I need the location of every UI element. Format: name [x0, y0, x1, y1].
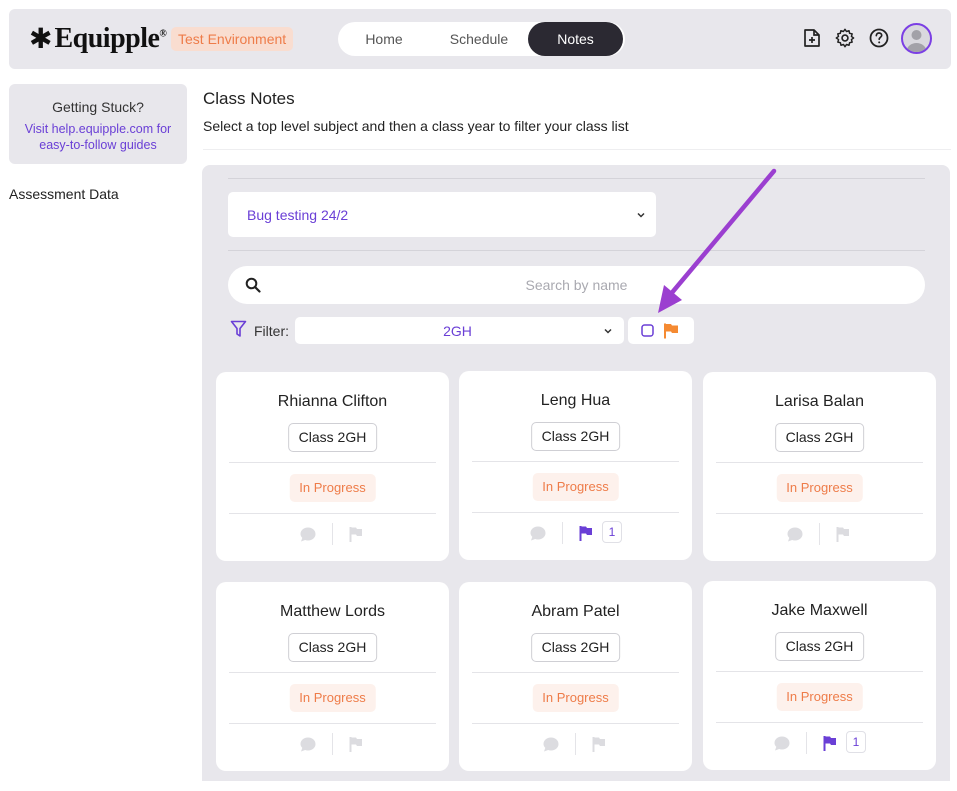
- card-actions: [216, 731, 449, 757]
- divider: [472, 672, 679, 673]
- comment-icon[interactable]: [299, 526, 317, 543]
- help-title: Getting Stuck?: [52, 99, 144, 115]
- divider: [229, 672, 436, 673]
- search-input[interactable]: Search by name: [228, 266, 925, 304]
- app-header: ✱ Equipple® Test Environment Home Schedu…: [9, 9, 951, 69]
- student-name: Rhianna Clifton: [277, 393, 388, 410]
- divider: [228, 178, 925, 179]
- tab-notes[interactable]: Notes: [528, 22, 623, 56]
- student-card[interactable]: Rhianna Clifton Class 2GH In Progress: [216, 372, 449, 561]
- class-badge: Class 2GH: [530, 422, 621, 451]
- divider: [472, 512, 679, 513]
- page-subtitle: Select a top level subject and then a cl…: [203, 118, 629, 134]
- tab-schedule[interactable]: Schedule: [430, 22, 528, 56]
- student-name: Abram Patel: [531, 603, 620, 620]
- comment-icon[interactable]: [299, 736, 317, 753]
- flag-icon[interactable]: [592, 736, 606, 752]
- help-icon[interactable]: [868, 27, 890, 49]
- card-actions: 1: [703, 730, 936, 756]
- divider: [332, 733, 333, 755]
- main-nav: Home Schedule Notes: [338, 22, 625, 56]
- logo-asterisk-icon: ✱: [29, 22, 53, 55]
- page-title: Class Notes: [203, 89, 295, 108]
- student-card[interactable]: Abram Patel Class 2GH In Progress: [459, 582, 692, 771]
- student-name: Matthew Lords: [280, 603, 385, 620]
- divider: [819, 523, 820, 545]
- student-name: Jake Maxwell: [771, 602, 868, 619]
- card-actions: 1: [459, 520, 692, 546]
- tab-home[interactable]: Home: [338, 22, 430, 56]
- flag-count: 1: [846, 731, 866, 753]
- student-name: Larisa Balan: [775, 393, 864, 410]
- student-card[interactable]: Leng Hua Class 2GH In Progress 1: [459, 371, 692, 560]
- divider: [229, 513, 436, 514]
- logo-wordmark: Equipple®: [54, 23, 167, 54]
- status-badge: In Progress: [776, 474, 863, 502]
- divider: [806, 732, 807, 754]
- class-filter-value: 2GH: [443, 323, 472, 339]
- chevron-down-icon: [637, 212, 645, 218]
- gear-icon[interactable]: [834, 27, 856, 49]
- divider: [716, 722, 923, 723]
- divider: [229, 723, 436, 724]
- flag-icon[interactable]: [349, 526, 363, 542]
- flag-icon[interactable]: [579, 525, 593, 541]
- user-silhouette-icon: [906, 30, 927, 52]
- flag-count: 1: [602, 521, 622, 543]
- class-badge: Class 2GH: [774, 423, 865, 452]
- divider: [716, 462, 923, 463]
- flag-filter-checkbox[interactable]: [641, 324, 654, 337]
- help-link[interactable]: Visit help.equipple.com for easy-to-foll…: [9, 121, 187, 153]
- divider: [332, 523, 333, 545]
- search-placeholder: Search by name: [525, 277, 628, 293]
- student-card[interactable]: Matthew Lords Class 2GH In Progress: [216, 582, 449, 771]
- divider: [228, 250, 925, 251]
- status-badge: In Progress: [532, 473, 619, 501]
- class-badge: Class 2GH: [530, 633, 621, 662]
- student-card[interactable]: Larisa Balan Class 2GH In Progress: [703, 372, 936, 561]
- class-filter-select[interactable]: 2GH: [295, 317, 624, 344]
- divider: [716, 513, 923, 514]
- status-badge: In Progress: [776, 683, 863, 711]
- sidebar-item-assessment-data[interactable]: Assessment Data: [9, 186, 187, 202]
- status-badge: In Progress: [289, 474, 376, 502]
- class-badge: Class 2GH: [774, 632, 865, 661]
- avatar[interactable]: [901, 23, 932, 54]
- flag-icon: [664, 323, 678, 339]
- card-actions: [459, 731, 692, 757]
- flag-icon[interactable]: [836, 526, 850, 542]
- equipple-logo[interactable]: ✱ Equipple®: [29, 22, 167, 55]
- filter-funnel-icon: [230, 320, 247, 337]
- class-badge: Class 2GH: [287, 633, 378, 662]
- comment-icon[interactable]: [786, 526, 804, 543]
- divider: [472, 461, 679, 462]
- divider: [472, 723, 679, 724]
- flag-filter-toggle[interactable]: [628, 317, 694, 344]
- flag-icon[interactable]: [823, 735, 837, 751]
- divider: [575, 733, 576, 755]
- flag-icon[interactable]: [349, 736, 363, 752]
- divider: [716, 671, 923, 672]
- status-badge: In Progress: [532, 684, 619, 712]
- comment-icon[interactable]: [773, 735, 791, 752]
- divider: [562, 522, 563, 544]
- comment-icon[interactable]: [542, 736, 560, 753]
- card-actions: [216, 521, 449, 547]
- comment-icon[interactable]: [529, 525, 547, 542]
- chevron-down-icon: [604, 328, 612, 334]
- help-panel: Getting Stuck? Visit help.equipple.com f…: [9, 84, 187, 164]
- card-actions: [703, 521, 936, 547]
- add-document-icon[interactable]: [800, 27, 822, 49]
- status-badge: In Progress: [289, 684, 376, 712]
- divider: [203, 149, 951, 150]
- divider: [229, 462, 436, 463]
- student-card[interactable]: Jake Maxwell Class 2GH In Progress 1: [703, 581, 936, 770]
- environment-badge: Test Environment: [171, 27, 294, 51]
- student-name: Leng Hua: [540, 392, 611, 409]
- subject-select-value: Bug testing 24/2: [247, 207, 349, 223]
- subject-select[interactable]: Bug testing 24/2: [228, 192, 656, 237]
- class-badge: Class 2GH: [287, 423, 378, 452]
- filter-label: Filter:: [254, 323, 289, 339]
